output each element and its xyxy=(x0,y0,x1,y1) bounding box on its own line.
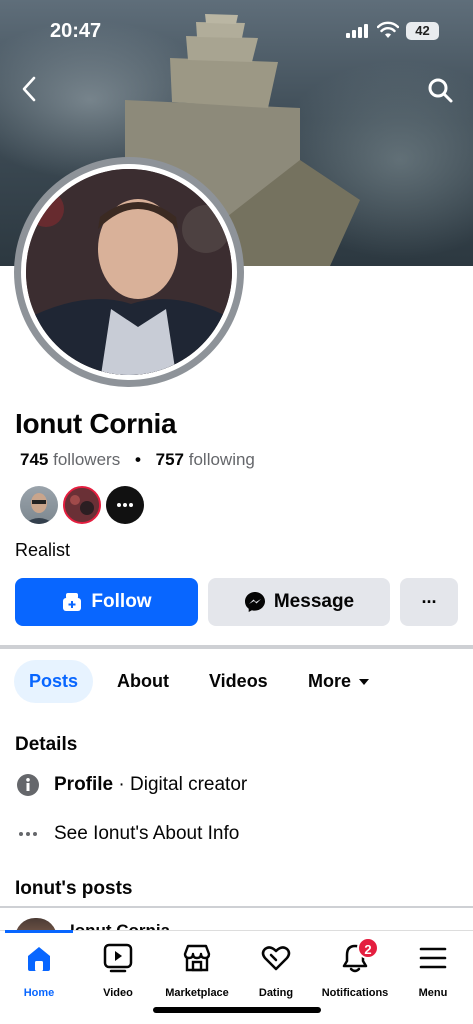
battery-indicator: 42 xyxy=(406,22,439,40)
back-icon[interactable] xyxy=(18,74,44,104)
status-time: 20:47 xyxy=(50,20,102,42)
profile-bio: Realist xyxy=(15,540,71,560)
caret-down-icon xyxy=(359,678,370,685)
message-button[interactable]: Message xyxy=(208,578,390,626)
marketplace-icon xyxy=(183,944,211,972)
info-icon xyxy=(16,773,39,796)
home-indicator xyxy=(153,1007,321,1013)
menu-icon xyxy=(419,947,447,969)
more-dots-icon xyxy=(18,831,37,836)
nav-marketplace[interactable]: Marketplace xyxy=(157,941,237,999)
tab-posts[interactable]: Posts xyxy=(14,660,94,703)
profile-name: Ionut Cornia xyxy=(15,408,177,439)
posts-heading: Ionut's posts xyxy=(15,878,133,899)
section-divider xyxy=(0,645,473,649)
wifi-icon xyxy=(377,21,399,38)
nav-home[interactable]: Home xyxy=(0,941,79,999)
section-divider xyxy=(0,906,473,908)
search-icon[interactable] xyxy=(426,76,454,104)
dating-icon xyxy=(261,946,291,971)
about-info-link[interactable]: See Ionut's About Info xyxy=(15,821,239,846)
follow-icon xyxy=(63,593,82,611)
home-icon xyxy=(28,947,50,971)
status-bar: 20:47 42 xyxy=(0,0,473,60)
followers-link[interactable]: 745 followers xyxy=(20,450,120,469)
details-heading: Details xyxy=(15,734,78,755)
more-followers-icon[interactable] xyxy=(106,486,144,524)
cellular-signal-icon xyxy=(346,24,368,38)
nav-notifications[interactable]: 2 Notifications xyxy=(315,937,395,999)
detail-profile-row: Profile · Digital creator xyxy=(15,772,247,797)
video-icon xyxy=(103,943,133,973)
notification-badge: 2 xyxy=(357,937,379,959)
follow-button[interactable]: Follow xyxy=(15,578,198,626)
more-options-label: ··· xyxy=(421,591,438,612)
profile-avatar[interactable] xyxy=(14,157,244,387)
tab-more[interactable]: More xyxy=(293,660,385,703)
nav-video[interactable]: Video xyxy=(78,941,158,999)
active-tab-indicator xyxy=(5,930,73,933)
nav-menu[interactable]: Menu xyxy=(393,941,473,999)
tab-about[interactable]: About xyxy=(102,660,184,703)
tab-videos[interactable]: Videos xyxy=(194,660,283,703)
following-link[interactable]: 757 following xyxy=(156,450,255,469)
avatar-photo xyxy=(26,169,232,375)
nav-dating[interactable]: Dating xyxy=(236,941,316,999)
mutual-follower-avatar[interactable] xyxy=(63,486,101,524)
more-options-button[interactable]: ··· xyxy=(400,578,458,626)
follow-stats: 745 followers • 757 following xyxy=(20,450,255,469)
mutual-follower-avatar[interactable] xyxy=(20,486,58,524)
messenger-icon xyxy=(244,592,265,612)
